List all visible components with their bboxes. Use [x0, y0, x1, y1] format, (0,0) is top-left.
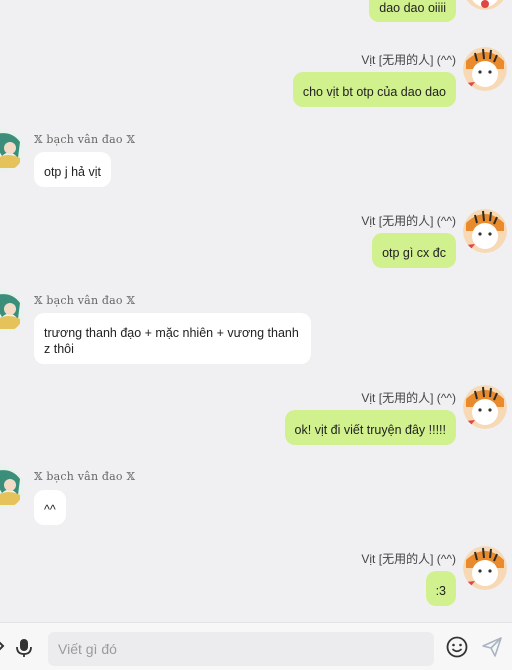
message-bubble-incoming[interactable]: otp j hả vịt: [34, 152, 111, 187]
send-icon[interactable]: [481, 636, 503, 663]
message-bubble-incoming[interactable]: trương thanh đạo + mặc nhiên + vương tha…: [34, 313, 311, 364]
avatar-vit[interactable]: [463, 0, 507, 10]
tiger-avatar-icon: [463, 546, 507, 590]
message-bubble-outgoing[interactable]: dao dao oiiii: [369, 0, 456, 22]
sender-name: 𝕏 bạch vân đao 𝕏: [34, 470, 136, 483]
avatar-vit[interactable]: [463, 546, 507, 590]
tiger-avatar-icon: [466, 0, 504, 10]
avatar-bach-van-dao[interactable]: [0, 128, 24, 172]
sender-name: 𝕏 bạch vân đao 𝕏: [34, 133, 136, 146]
message-bubble-outgoing[interactable]: cho vịt bt otp của dao dao: [292, 72, 456, 107]
avatar-vit[interactable]: [463, 47, 507, 91]
message-input[interactable]: [48, 632, 434, 666]
avatar-vit[interactable]: [463, 385, 507, 429]
message-bubble-outgoing[interactable]: otp gì cx đc: [372, 233, 456, 268]
tiger-avatar-icon: [463, 209, 507, 253]
message-bubble-outgoing[interactable]: ok! vịt đi viết truyện đây !!!!!: [284, 410, 456, 445]
message-input-bar: [0, 622, 512, 670]
tiger-avatar-icon: [463, 385, 507, 429]
message-bubble-outgoing[interactable]: :3: [425, 571, 456, 606]
emoji-icon[interactable]: [446, 636, 468, 663]
avatar-vit[interactable]: [463, 209, 507, 253]
chevron-icon[interactable]: [0, 637, 6, 660]
message-bubble-incoming[interactable]: ^^: [34, 490, 66, 525]
microphone-icon[interactable]: [15, 638, 33, 663]
chat-thread: dao dao oiiii Vịt [无用的人] (^^) cho vịt bt…: [0, 0, 512, 622]
sender-name: Vịt [无用的人] (^^): [361, 391, 456, 405]
tiger-avatar-icon: [463, 47, 507, 91]
character-avatar-icon: [0, 289, 24, 333]
sender-name: Vịt [无用的人] (^^): [361, 214, 456, 228]
sender-name: 𝕏 bạch vân đao 𝕏: [34, 294, 136, 307]
sender-name: Vịt [无用的人] (^^): [361, 53, 456, 67]
character-avatar-icon: [0, 128, 24, 172]
sender-name: Vịt [无用的人] (^^): [361, 552, 456, 566]
character-avatar-icon: [0, 465, 24, 509]
avatar-bach-van-dao[interactable]: [0, 465, 24, 509]
avatar-bach-van-dao[interactable]: [0, 289, 24, 333]
